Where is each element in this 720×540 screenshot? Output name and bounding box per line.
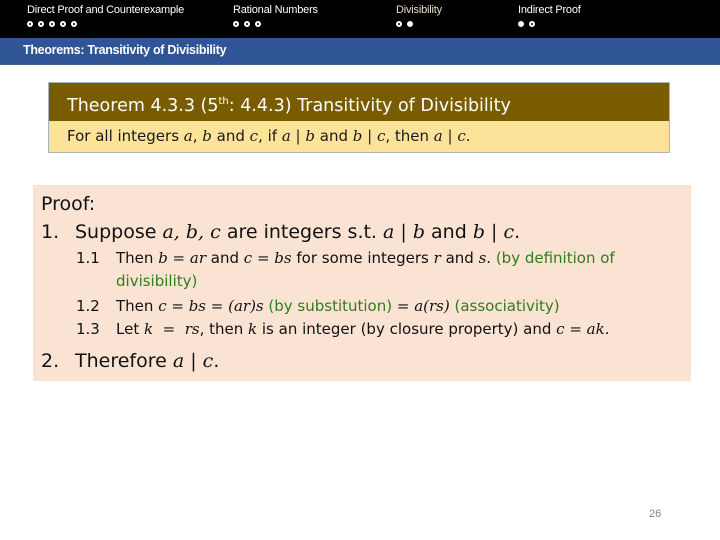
step-number: 1. xyxy=(41,221,60,243)
nav-section-title[interactable]: Direct Proof and Counterexample xyxy=(27,4,184,16)
text: , if xyxy=(258,127,282,145)
math: c xyxy=(249,127,259,145)
theorem-heading-text: Theorem 4.3.3 (5 xyxy=(67,95,219,116)
text: Therefore xyxy=(75,350,173,372)
proof-step-1-1: 1.1 Then b = ar and c = bs for some integ… xyxy=(76,249,615,267)
page-number: 26 xyxy=(649,508,662,520)
slide-dot[interactable] xyxy=(38,21,44,27)
step-number: 1.2 xyxy=(76,297,100,315)
math: a | c xyxy=(433,127,466,145)
text: is an integer (by closure property) and xyxy=(257,320,557,338)
slide-dot-current[interactable] xyxy=(407,21,413,27)
proof-label: Proof: xyxy=(41,193,96,215)
section-navigation-bar: Direct Proof and Counterexample Rational… xyxy=(0,0,720,38)
text: . xyxy=(486,249,496,267)
text: and xyxy=(211,127,250,145)
text: , then xyxy=(199,320,249,338)
proof-step-1-2: 1.2 Then c = bs = (ar)s (by substitution)… xyxy=(76,297,560,315)
slide-dot[interactable] xyxy=(60,21,66,27)
step-number: 1.1 xyxy=(76,249,100,267)
math: a | b xyxy=(383,221,425,243)
text: . xyxy=(465,127,471,145)
text: Suppose xyxy=(75,221,163,243)
proof-box: Proof: 1. Suppose a, b, c are integers s.… xyxy=(33,185,691,381)
proof-step-2: 2. Therefore a | c. xyxy=(41,350,219,372)
nav-section-title[interactable]: Indirect Proof xyxy=(518,4,581,16)
math: a | c xyxy=(172,350,214,372)
math: a xyxy=(183,127,193,145)
math: b = ar xyxy=(158,249,207,267)
proof-step-1: 1. Suppose a, b, c are integers s.t. a | … xyxy=(41,221,520,243)
slide-dot[interactable] xyxy=(396,21,402,27)
text: and xyxy=(440,249,479,267)
math: = a(rs) xyxy=(396,297,450,315)
slide-title-bar: Theorems: Transitivity of Divisibility xyxy=(0,38,720,65)
text: . xyxy=(514,221,521,243)
theorem-heading-superscript: th xyxy=(218,96,229,107)
math: b xyxy=(202,127,212,145)
text: Let xyxy=(116,320,144,338)
text: For all integers xyxy=(67,127,184,145)
text: Then xyxy=(116,249,159,267)
slide-dot[interactable] xyxy=(529,21,535,27)
theorem-statement: For all integers a, b and c, if a | b an… xyxy=(49,121,669,152)
justification: (associativity) xyxy=(449,297,560,315)
text: , then xyxy=(385,127,434,145)
nav-section-title[interactable]: Divisibility xyxy=(396,4,442,16)
slide-dot[interactable] xyxy=(518,21,524,27)
text: Then xyxy=(116,297,159,315)
math: a | b xyxy=(281,127,315,145)
nav-section-divisibility[interactable]: Divisibility xyxy=(396,4,442,29)
math: c = ak xyxy=(556,320,605,338)
theorem-heading-text: : 4.4.3) Transitivity of Divisibility xyxy=(228,95,511,116)
text: and xyxy=(425,221,473,243)
math: k xyxy=(248,320,258,338)
justification: (by substitution) xyxy=(263,297,397,315)
theorem-heading: Theorem 4.3.3 (5th: 4.4.3) Transitivity … xyxy=(49,83,669,121)
nav-section-title[interactable]: Rational Numbers xyxy=(233,4,318,16)
proof-step-1-3: 1.3 Let k = rs, then k is an integer (by … xyxy=(76,320,610,338)
nav-section-indirect-proof[interactable]: Indirect Proof xyxy=(518,4,581,29)
theorem-box: Theorem 4.3.3 (5th: 4.4.3) Transitivity … xyxy=(48,82,670,153)
math: c = bs = (ar)s xyxy=(158,297,264,315)
math: k = rs xyxy=(143,320,200,338)
text: and xyxy=(206,249,244,267)
slide-dot[interactable] xyxy=(255,21,261,27)
slide-title: Theorems: Transitivity of Divisibility xyxy=(23,43,227,57)
text: , xyxy=(192,127,203,145)
text: . xyxy=(604,320,610,338)
text: for some integers xyxy=(291,249,434,267)
slide-dot[interactable] xyxy=(49,21,55,27)
math: a, b, c xyxy=(162,221,221,243)
justification: (by definition of xyxy=(495,249,615,267)
math: r xyxy=(433,249,441,267)
math: c = bs xyxy=(243,249,292,267)
nav-section-rational-numbers[interactable]: Rational Numbers xyxy=(233,4,318,29)
slide-dot[interactable] xyxy=(27,21,33,27)
nav-section-direct-proof[interactable]: Direct Proof and Counterexample xyxy=(27,4,184,29)
slide-dot[interactable] xyxy=(71,21,77,27)
step-number: 2. xyxy=(41,350,60,372)
text: are integers s.t. xyxy=(220,221,384,243)
step-number: 1.3 xyxy=(76,320,100,338)
math: b | c xyxy=(472,221,515,243)
math: b | c xyxy=(352,127,386,145)
text: and xyxy=(314,127,353,145)
text: . xyxy=(213,350,220,372)
slide-dot[interactable] xyxy=(244,21,250,27)
slide-dot[interactable] xyxy=(233,21,239,27)
proof-step-1-1-continued: divisibility) xyxy=(116,272,198,290)
